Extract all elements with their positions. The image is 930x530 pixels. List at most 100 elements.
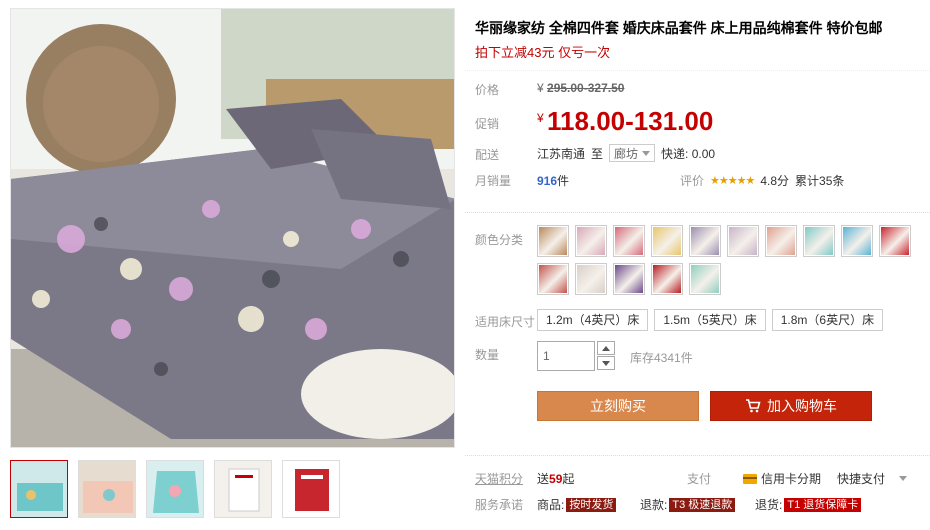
swatch-image	[691, 227, 719, 255]
quantity-decrease-button[interactable]	[597, 356, 615, 370]
destination-select[interactable]: 廊坊	[609, 144, 656, 162]
color-swatch[interactable]	[689, 263, 721, 295]
color-swatch[interactable]	[879, 225, 911, 257]
promo-label: 促销	[475, 117, 500, 131]
swatch-image	[843, 227, 871, 255]
points-suffix: 起	[562, 472, 575, 486]
color-swatch[interactable]	[841, 225, 873, 257]
destination-value: 廊坊	[614, 146, 639, 161]
sales-unit: 件	[557, 174, 570, 188]
color-swatch[interactable]	[575, 263, 607, 295]
swatch-image	[767, 227, 795, 255]
size-option-1-5m[interactable]: 1.5m（5英尺）床	[654, 309, 766, 331]
arrow-up-icon	[602, 345, 610, 351]
points-label[interactable]: 天猫积分	[475, 470, 523, 487]
promo-price: ¥ 118.00-131.00	[537, 106, 713, 137]
size-options: 1.2m（4英尺）床 1.5m（5英尺）床 1.8m（6英尺）床	[537, 309, 884, 331]
size-option-1-2m[interactable]: 1.2m（4英尺）床	[537, 309, 649, 331]
thumbnail-strip	[10, 460, 340, 518]
add-to-cart-button[interactable]: 加入购物车	[710, 391, 872, 421]
rating-score: 4.8分	[760, 174, 790, 188]
rating: 评价 ★★★★★ 4.8分 累计35条	[680, 172, 844, 189]
swatch-image	[615, 265, 643, 293]
color-swatch[interactable]	[613, 225, 645, 257]
color-swatch[interactable]	[651, 263, 683, 295]
shipping-to: 至	[591, 146, 604, 161]
swatch-image	[539, 265, 567, 293]
product-info-panel: 华丽缘家纺 全棉四件套 婚庆床品套件 床上用品纯棉套件 特价包邮 拍下立减43元…	[465, 0, 930, 530]
shipping-label: 配送	[475, 148, 500, 162]
stock-count: 库存4341件	[630, 351, 693, 365]
swatch-image	[577, 227, 605, 255]
goods-tag: 按时发货	[566, 497, 617, 512]
currency-symbol: ¥	[537, 111, 544, 125]
sales-count: 916	[537, 174, 558, 188]
sales-label: 月销量	[475, 174, 512, 188]
size-label: 适用床尺寸	[475, 315, 536, 329]
quick-pay-dropdown[interactable]: 快捷支付	[837, 470, 908, 487]
size-option-1-8m[interactable]: 1.8m（6英尺）床	[771, 309, 884, 331]
thumbnail-2[interactable]	[78, 460, 136, 518]
quick-pay-label: 快捷支付	[837, 472, 886, 486]
express-fee: 快递: 0.00	[661, 146, 716, 161]
points-number: 59	[549, 472, 563, 486]
color-swatch[interactable]	[765, 225, 797, 257]
thumbnail-1[interactable]	[10, 460, 68, 518]
swatch-image	[805, 227, 833, 255]
swatch-image	[729, 227, 757, 255]
quantity-increase-button[interactable]	[597, 341, 615, 355]
credit-installment-label: 信用卡分期	[761, 472, 822, 486]
color-swatches	[537, 225, 927, 295]
original-price-value: 295.00-327.50	[547, 81, 625, 95]
color-swatch[interactable]	[651, 225, 683, 257]
swatch-image	[653, 265, 681, 293]
quantity-stepper	[537, 341, 615, 371]
swatch-image	[615, 227, 643, 255]
color-swatch[interactable]	[689, 225, 721, 257]
shipping-row: 江苏南通 至 廊坊 快递: 0.00	[537, 144, 715, 162]
main-product-image[interactable]	[10, 8, 455, 448]
star-rating-icon: ★★★★★	[710, 175, 755, 187]
swatch-image	[577, 265, 605, 293]
quantity-input[interactable]	[537, 341, 595, 371]
service-label: 服务承诺	[475, 498, 524, 512]
add-to-cart-label: 加入购物车	[767, 398, 837, 414]
points-payment-row: 天猫积分 送59起 支付 信用卡分期 快捷支付	[465, 470, 930, 486]
price-label: 价格	[475, 83, 500, 97]
color-swatch[interactable]	[803, 225, 835, 257]
refund-promise[interactable]: 退款: T3 极速退款	[640, 496, 736, 513]
buy-now-label: 立刻购买	[590, 398, 646, 414]
points-prefix: 送	[537, 472, 550, 486]
divider	[465, 212, 930, 213]
return-tag: T1 退货保障卡	[784, 497, 862, 512]
arrow-down-icon	[602, 360, 610, 366]
color-swatch[interactable]	[537, 225, 569, 257]
buy-now-button[interactable]: 立刻购买	[537, 391, 699, 421]
thumbnail-4[interactable]	[214, 460, 272, 518]
swatch-image	[653, 227, 681, 255]
thumbnail-3[interactable]	[146, 460, 204, 518]
credit-card-icon	[743, 473, 757, 484]
review-total-link[interactable]: 累计35条	[795, 172, 844, 189]
color-swatch[interactable]	[613, 263, 645, 295]
currency-symbol: ¥	[537, 81, 544, 95]
shipping-origin: 江苏南通	[537, 146, 586, 161]
promo-price-value: 118.00-131.00	[547, 106, 714, 136]
divider	[465, 455, 930, 456]
original-price: ¥ 295.00-327.50	[537, 81, 624, 95]
thumbnail-5[interactable]	[282, 460, 340, 518]
quantity-label: 数量	[475, 348, 500, 362]
chevron-down-icon	[899, 476, 908, 481]
color-label: 颜色分类	[475, 233, 524, 247]
return-promise[interactable]: 退货: T1 退货保障卡	[755, 496, 862, 513]
color-swatch[interactable]	[537, 263, 569, 295]
goods-label: 商品:	[537, 498, 565, 512]
promo-subtitle: 拍下立减43元 仅亏一次	[475, 45, 611, 60]
product-title: 华丽缘家纺 全棉四件套 婚庆床品套件 床上用品纯棉套件 特价包邮	[475, 20, 883, 36]
color-swatch[interactable]	[727, 225, 759, 257]
goods-promise[interactable]: 商品: 按时发货	[537, 496, 617, 513]
color-swatch[interactable]	[575, 225, 607, 257]
credit-installment[interactable]: 信用卡分期	[743, 470, 821, 487]
swatch-image	[881, 227, 909, 255]
swatch-image	[691, 265, 719, 293]
